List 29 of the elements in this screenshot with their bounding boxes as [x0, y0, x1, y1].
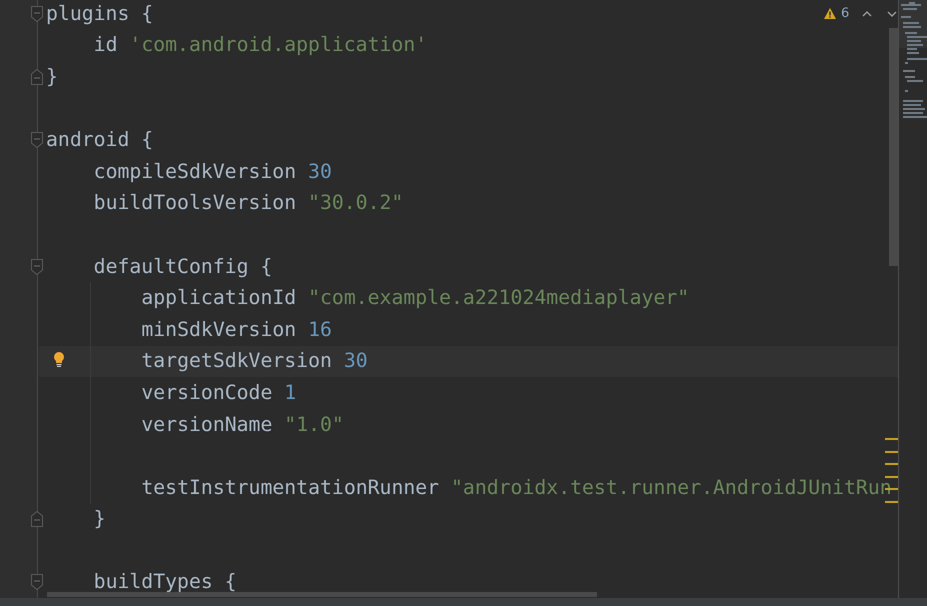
code-line: plugins { — [46, 2, 154, 26]
horizontal-scrollbar[interactable] — [47, 592, 597, 597]
code-line: versionCode 1 — [141, 380, 296, 405]
code-line: } — [46, 64, 58, 89]
code-line: defaultConfig { — [94, 254, 272, 279]
fold-marker-icon[interactable] — [31, 511, 43, 528]
code-line: id 'com.android.application' — [94, 33, 428, 58]
code-line: buildToolsVersion "30.0.2" — [94, 191, 404, 216]
code-line: testInstrumentationRunner "androidx.test.runner.AndroidJUnitRun — [141, 476, 892, 500]
vertical-scrollbar[interactable] — [889, 28, 898, 266]
code-line: android { — [46, 128, 154, 152]
fold-marker-icon[interactable] — [31, 68, 43, 85]
code-line: minSdkVersion 16 — [141, 318, 332, 342]
warning-count: 6 — [841, 6, 850, 21]
code-line: buildTypes { — [94, 570, 237, 594]
fold-marker-icon[interactable] — [31, 132, 43, 148]
minimap-drawing[interactable] — [899, 0, 927, 120]
warning-icon[interactable] — [824, 8, 836, 19]
fold-marker-icon[interactable] — [31, 258, 43, 275]
chevron-down-icon[interactable] — [887, 10, 898, 16]
code-line: targetSdkVersion 30 — [141, 349, 368, 374]
code-line: compileSdkVersion 30 — [94, 160, 332, 184]
code-line: versionName "1.0" — [141, 412, 344, 437]
code-line: } — [94, 507, 106, 532]
fold-marker-icon[interactable] — [31, 6, 43, 22]
fold-marker-icon[interactable] — [31, 574, 43, 590]
code-line: applicationId "com.example.a221024mediaplayer" — [141, 286, 690, 310]
chevron-up-icon[interactable] — [862, 10, 872, 16]
lightbulb-icon[interactable] — [53, 352, 65, 367]
